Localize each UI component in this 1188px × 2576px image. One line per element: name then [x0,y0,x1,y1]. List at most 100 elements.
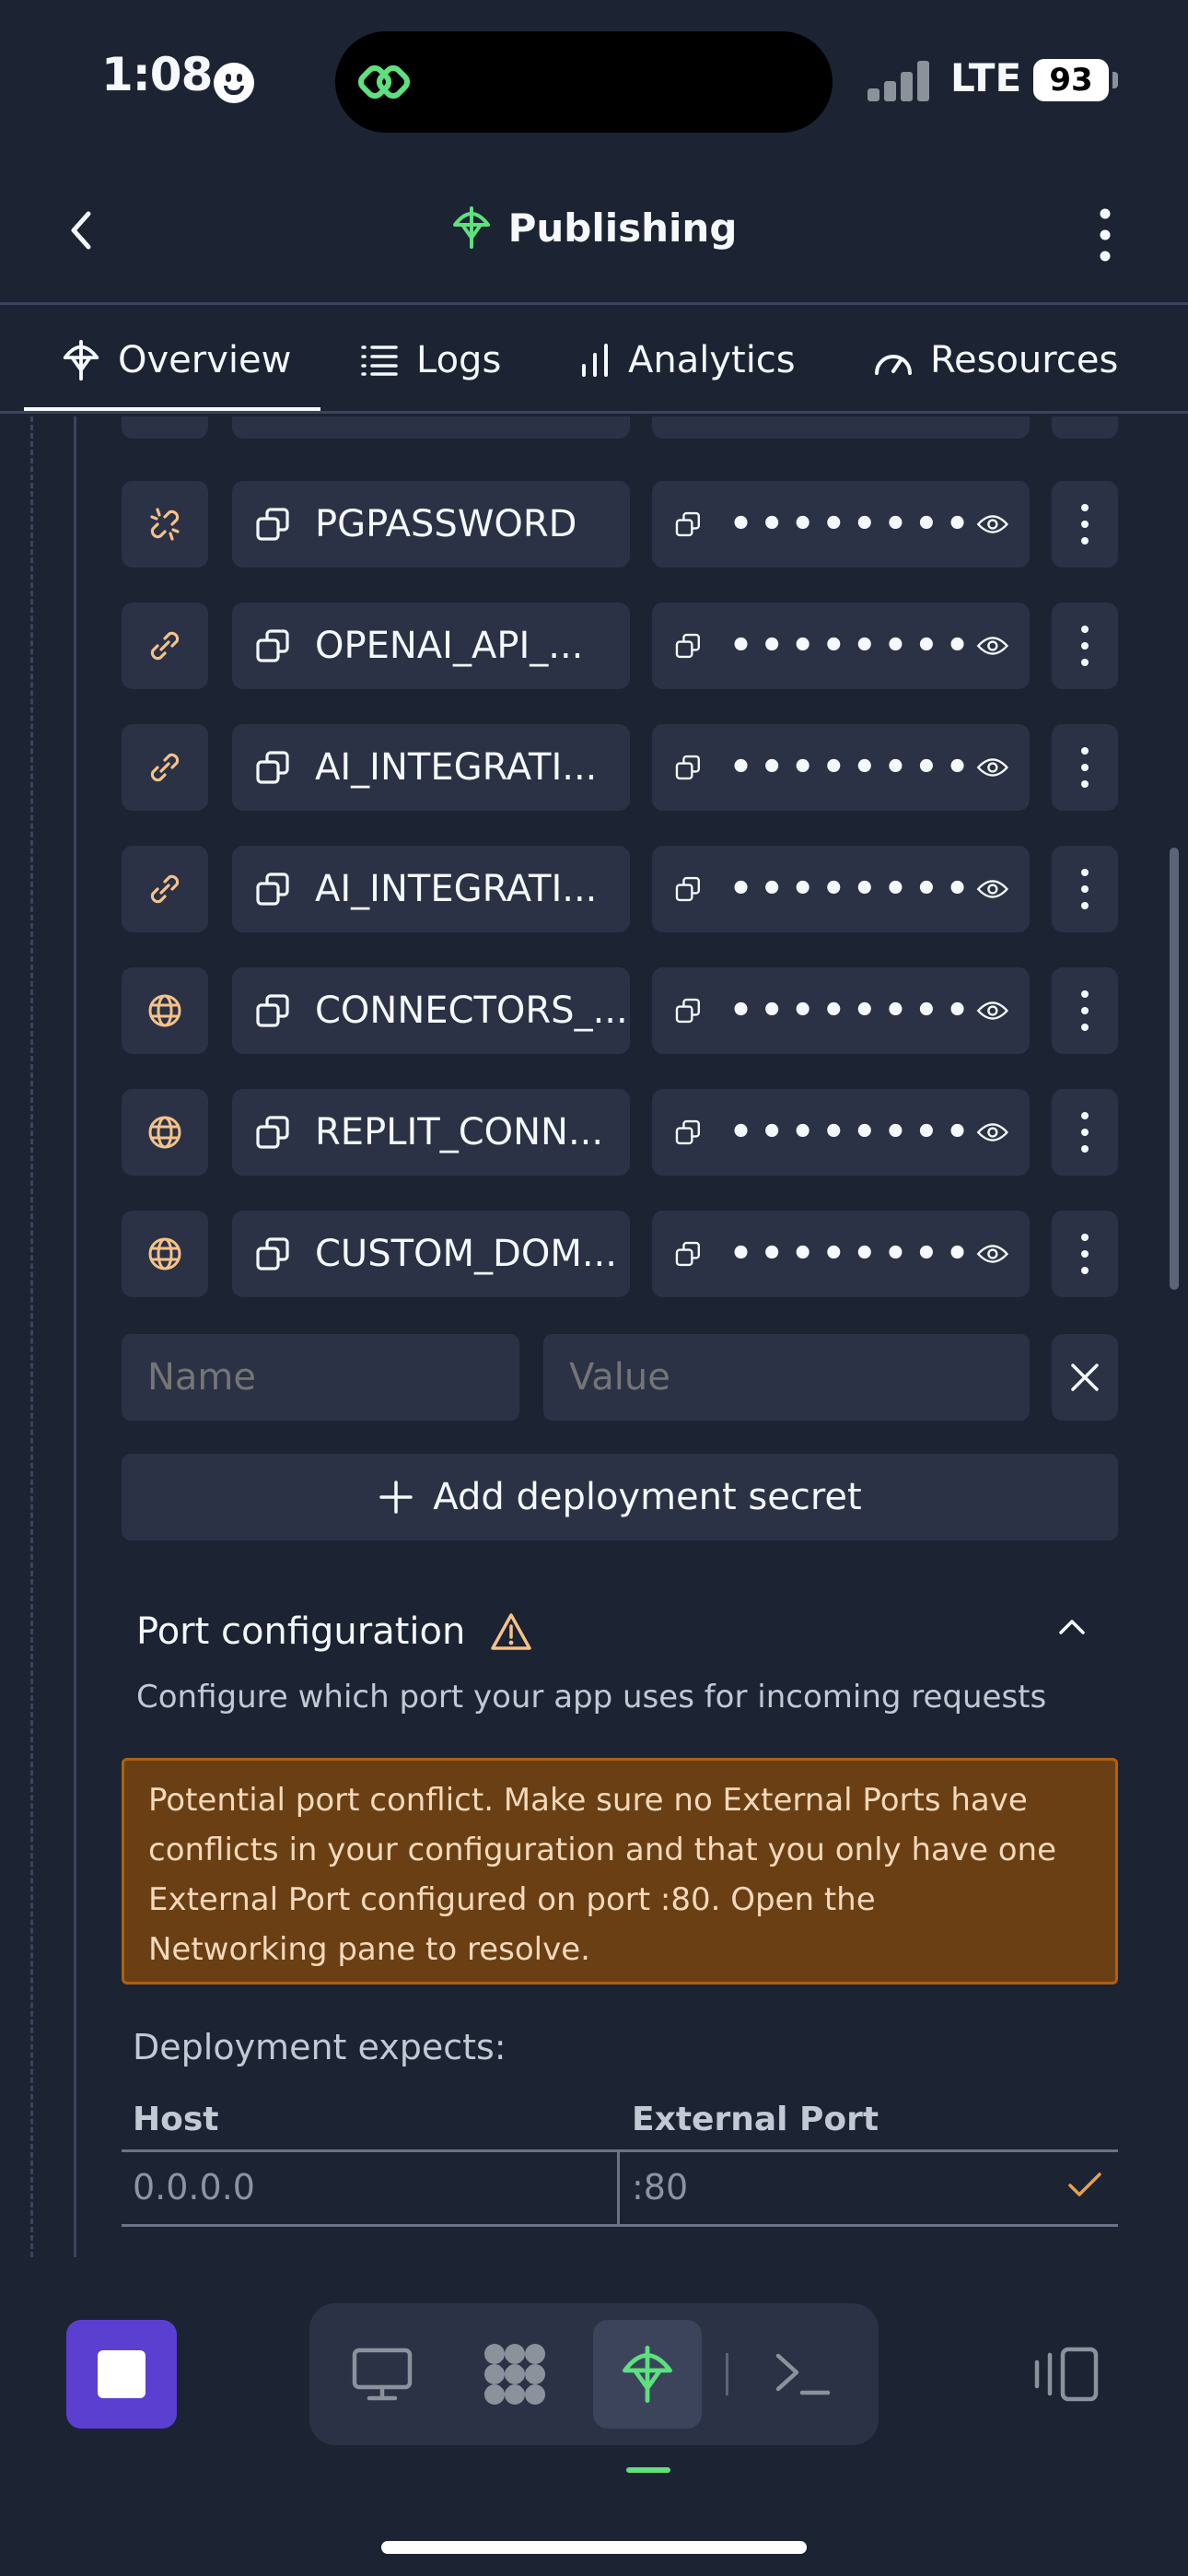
deployment-expects-label: Deployment expects: [133,2027,507,2067]
secret-type-badge [122,603,208,689]
secret-value-field[interactable]: •••••••• [652,1089,1030,1176]
shell-button[interactable] [748,2320,856,2429]
tab-logs[interactable]: Logs [359,332,501,389]
copy-icon[interactable] [674,1235,702,1272]
smiley-icon [214,63,254,103]
secret-name-input[interactable] [122,1334,519,1421]
secret-name: OPENAI_API_... [315,625,584,667]
stop-button[interactable] [66,2320,177,2429]
copy-icon[interactable] [254,1114,291,1151]
link-icon [150,753,180,782]
eye-icon[interactable] [976,630,1009,662]
page-title: Publishing [0,205,1188,251]
active-dock-indicator [626,2467,670,2473]
secret-name: AI_INTEGRATI... [315,868,598,910]
tab-overview[interactable]: Overview [61,332,291,389]
secret-name-field[interactable]: REPLIT_CONN... [232,1089,630,1176]
copy-icon[interactable] [254,627,291,664]
publish-icon [452,206,490,249]
table-cell-host: 0.0.0.0 [133,2167,255,2207]
copy-icon[interactable] [674,871,702,907]
copy-icon[interactable] [254,749,291,786]
secret-name-field[interactable]: OPENAI_API_... [232,603,630,689]
eye-icon[interactable] [976,752,1009,783]
tab-label: Resources [930,339,1119,381]
secret-value-masked: •••••••• [728,1233,977,1275]
secret-more-button[interactable] [1052,603,1118,689]
secret-row: AI_INTEGRATI... •••••••• [122,846,1118,932]
clear-new-secret-button[interactable] [1052,1334,1118,1421]
secret-value-field[interactable]: •••••••• [652,1211,1030,1297]
secret-more-button[interactable] [1052,1211,1118,1297]
secret-name-field[interactable]: PGPASSWORD [232,481,630,568]
port-conflict-warning: Potential port conflict. Make sure no Ex… [122,1758,1118,1985]
bottom-bar-divider [0,2259,1188,2262]
kebab-icon [1081,869,1089,909]
secret-value-input[interactable] [543,1334,1030,1421]
copy-icon[interactable] [254,992,291,1029]
secret-value-field[interactable]: •••••••• [652,603,1030,689]
port-config-header[interactable]: Port configuration [136,1610,533,1653]
link-icon [150,874,180,904]
preview-button[interactable] [328,2320,437,2429]
eye-icon[interactable] [976,995,1009,1026]
copy-icon[interactable] [674,1114,702,1151]
tab-resources[interactable]: Resources [873,332,1118,389]
secret-name: CONNECTORS_... [315,989,628,1032]
secret-name-field[interactable]: CUSTOM_DOM... [232,1211,630,1297]
kebab-icon [1081,747,1089,788]
secret-more-button[interactable] [1052,1089,1118,1176]
status-time: 1:08 [101,48,213,101]
stop-icon [98,2350,146,2398]
tab-analytics[interactable]: Analytics [578,332,796,389]
publishing-button[interactable] [593,2320,702,2429]
eye-icon[interactable] [976,509,1009,540]
home-indicator[interactable] [381,2541,807,2554]
link-icon [357,64,411,100]
eye-icon[interactable] [976,1238,1009,1270]
secret-more-button[interactable] [1052,481,1118,568]
secret-more-button[interactable] [1052,967,1118,1054]
copy-icon[interactable] [674,627,702,664]
eye-icon[interactable] [976,873,1009,905]
copy-icon[interactable] [254,871,291,907]
gauge-icon [875,355,912,375]
table-header-divider [122,2149,1118,2152]
secret-name-field[interactable]: AI_INTEGRATI... [232,724,630,811]
secret-value-field[interactable]: •••••••• [652,724,1030,811]
secret-value-field[interactable]: •••••••• [652,967,1030,1054]
workspace-button[interactable] [460,2320,569,2429]
secret-type-badge [122,481,208,568]
plus-icon [379,1481,413,1514]
secret-more-button[interactable] [1052,724,1118,811]
scrollbar[interactable] [1170,848,1179,1290]
add-secret-label: Add deployment secret [433,1476,862,1518]
copy-icon[interactable] [254,506,291,543]
secret-name-field[interactable]: AI_INTEGRATI... [232,846,630,932]
list-icon [361,345,398,376]
battery-tip [1112,72,1118,88]
copy-icon[interactable] [674,992,702,1029]
eye-icon[interactable] [976,1117,1009,1148]
secret-name-field[interactable]: CONNECTORS_... [232,967,630,1054]
secret-value-field[interactable]: •••••••• [652,481,1030,568]
secret-type-badge [122,724,208,811]
secret-more-button[interactable] [1052,846,1118,932]
collapse-button[interactable] [1050,1605,1094,1649]
layout-toggle-button[interactable] [1028,2344,1105,2405]
secret-value-masked: •••••••• [728,1111,977,1153]
publish-icon [623,2345,672,2404]
secret-row: AI_INTEGRATI... •••••••• [122,724,1118,811]
warning-line: Potential port conflict. Make sure no Ex… [148,1782,1028,1819]
secret-value-field[interactable]: •••••••• [652,846,1030,932]
publish-icon [63,339,99,381]
kebab-icon [1100,208,1111,262]
more-options-button[interactable] [1077,203,1133,267]
add-deployment-secret-button[interactable]: Add deployment secret [122,1454,1118,1540]
copy-icon[interactable] [674,749,702,786]
table-header-host: Host [133,2101,219,2138]
kebab-icon [1081,1234,1089,1274]
copy-icon[interactable] [674,506,702,543]
copy-icon[interactable] [254,1235,291,1272]
warning-line[interactable]: Networking pane to resolve. [148,1925,1091,1974]
